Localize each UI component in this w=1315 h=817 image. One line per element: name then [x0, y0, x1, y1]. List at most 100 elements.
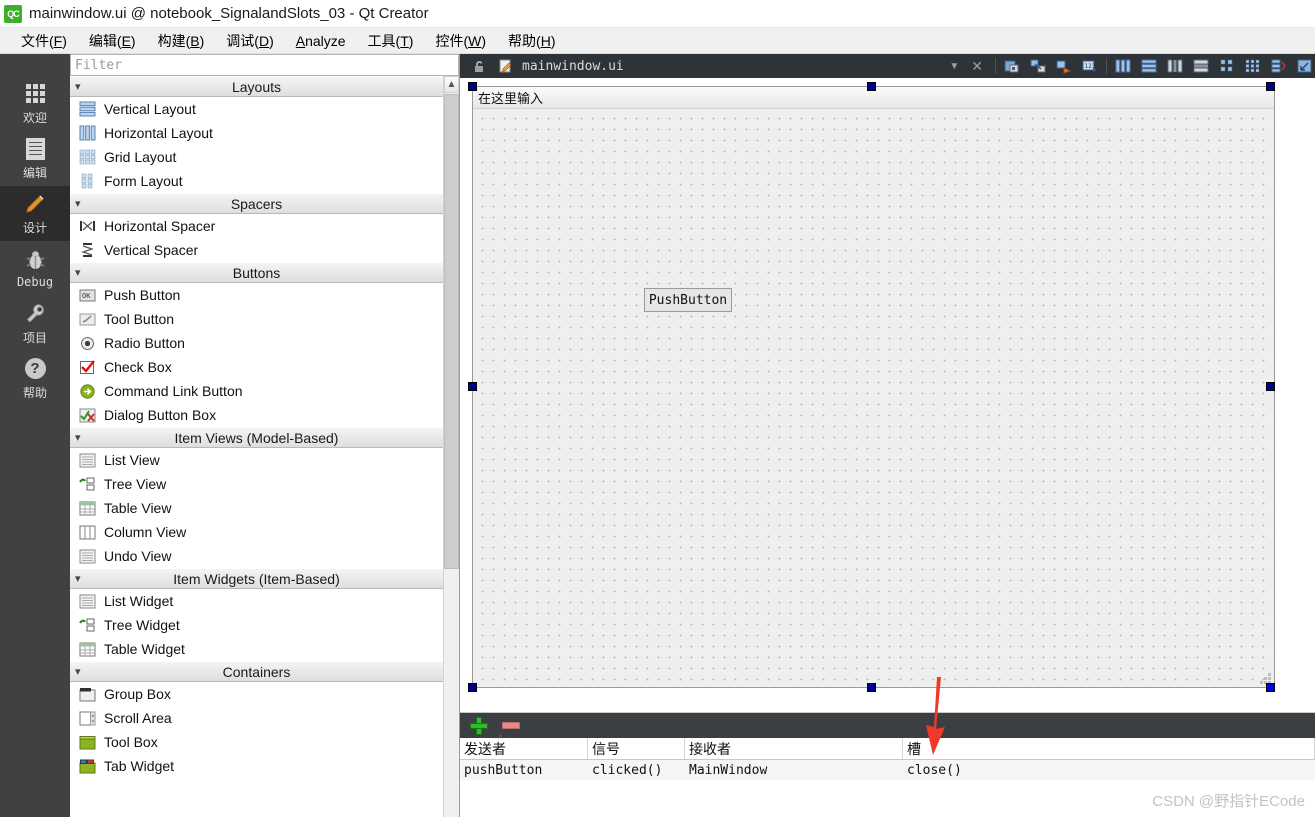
- connection-receiver-cell[interactable]: MainWindow: [685, 760, 903, 780]
- mode-label: Debug: [16, 275, 54, 289]
- widget-item-tool-button[interactable]: Tool Button: [70, 307, 443, 331]
- layout-splitter-horizontal-icon[interactable]: [1165, 57, 1185, 75]
- form-canvas-area[interactable]: 在这里输入 PushButton: [460, 78, 1315, 712]
- widget-category-header-buttons[interactable]: ▾ Buttons: [70, 262, 443, 283]
- mode-button-欢迎[interactable]: 欢迎: [0, 76, 70, 131]
- mode-button-设计[interactable]: 设计: [0, 186, 70, 241]
- widget-item-list-widget[interactable]: List Widget: [70, 589, 443, 613]
- widget-item-check-box[interactable]: Check Box: [70, 355, 443, 379]
- scrollbar-thumb[interactable]: [444, 94, 459, 569]
- widget-item-command-link-button[interactable]: Command Link Button: [70, 379, 443, 403]
- minus-icon[interactable]: [502, 722, 520, 729]
- menu-item-控件[interactable]: 控件(W): [424, 29, 497, 53]
- signal-slot-column-header-3[interactable]: 槽: [903, 738, 1315, 759]
- mode-button-编辑[interactable]: 编辑: [0, 131, 70, 186]
- widget-item-push-button[interactable]: OK Push Button: [70, 283, 443, 307]
- connection-signal-cell[interactable]: clicked(): [588, 760, 685, 780]
- layout-horizontally-icon[interactable]: [1113, 57, 1133, 75]
- widget-filter-input[interactable]: Filter: [70, 54, 459, 76]
- widget-item-form-layout[interactable]: Form Layout: [70, 169, 443, 193]
- widget-category-header-containers[interactable]: ▾ Containers: [70, 661, 443, 682]
- widget-item-label: Tab Widget: [104, 758, 175, 774]
- widget-item-horizontal-layout[interactable]: Horizontal Layout: [70, 121, 443, 145]
- widget-item-column-view[interactable]: Column View: [70, 520, 443, 544]
- layout-form-icon[interactable]: [1243, 57, 1263, 75]
- edit-tab-order-icon[interactable]: 123: [1080, 57, 1100, 75]
- widget-item-group-box[interactable]: Group Box: [70, 682, 443, 706]
- form-layout-icon: [78, 172, 96, 190]
- menu-item-文件[interactable]: 文件(F): [10, 29, 78, 53]
- widget-item-tool-box[interactable]: Tool Box: [70, 730, 443, 754]
- signal-slot-column-header-0[interactable]: 发送者 ^: [460, 734, 588, 759]
- edit-widgets-icon[interactable]: [1002, 57, 1022, 75]
- widget-item-radio-button[interactable]: Radio Button: [70, 331, 443, 355]
- edit-signals-slots-icon[interactable]: [1028, 57, 1048, 75]
- layout-grid-icon[interactable]: [1217, 57, 1237, 75]
- widget-item-tab-widget[interactable]: Tab Widget: [70, 754, 443, 778]
- selection-handle-top-left[interactable]: [468, 82, 477, 91]
- group-box-icon: [78, 685, 96, 703]
- widget-item-table-widget[interactable]: Table Widget: [70, 637, 443, 661]
- toolbar-separator: [995, 58, 996, 74]
- connection-slot-cell[interactable]: close(): [903, 760, 1315, 780]
- plus-icon[interactable]: [470, 716, 488, 735]
- layout-splitter-vertical-icon[interactable]: [1191, 57, 1211, 75]
- menu-item-analyze[interactable]: Analyze: [285, 31, 357, 51]
- widget-category-header-item-widgets-item-based[interactable]: ▾ Item Widgets (Item-Based): [70, 568, 443, 589]
- widget-category-header-layouts[interactable]: ▾ Layouts: [70, 76, 443, 97]
- signal-slot-connection-row[interactable]: pushButton clicked() MainWindow close(): [460, 760, 1315, 780]
- selection-handle-bottom-right[interactable]: [1266, 683, 1275, 692]
- widget-item-grid-layout[interactable]: Grid Layout: [70, 145, 443, 169]
- widget-item-label: Tree View: [104, 476, 167, 492]
- selection-handle-bottom-center[interactable]: [867, 683, 876, 692]
- signal-slot-column-header-2[interactable]: 接收者: [685, 738, 903, 759]
- menu-item-工具[interactable]: 工具(T): [357, 29, 425, 53]
- widget-item-vertical-layout[interactable]: Vertical Layout: [70, 97, 443, 121]
- widget-item-tree-view[interactable]: Tree View: [70, 472, 443, 496]
- widget-item-tree-widget[interactable]: Tree Widget: [70, 613, 443, 637]
- unlocked-padlock-icon[interactable]: [470, 57, 490, 75]
- widget-category-header-spacers[interactable]: ▾ Spacers: [70, 193, 443, 214]
- window-title: mainwindow.ui @ notebook_SignalandSlots_…: [29, 5, 429, 22]
- pushbutton-widget[interactable]: PushButton: [644, 288, 732, 312]
- widget-category-header-item-views-model-based[interactable]: ▾ Item Views (Model-Based): [70, 427, 443, 448]
- close-icon[interactable]: ✕: [965, 58, 989, 75]
- widget-item-dialog-button-box[interactable]: Dialog Button Box: [70, 403, 443, 427]
- connection-sender-cell[interactable]: pushButton: [460, 760, 588, 780]
- editor-tab-mainwindow-ui[interactable]: mainwindow.ui: [466, 54, 628, 78]
- selection-handle-bottom-left[interactable]: [468, 683, 477, 692]
- widget-item-list-view[interactable]: List View: [70, 448, 443, 472]
- menu-item-构建[interactable]: 构建(B): [147, 29, 216, 53]
- widget-item-undo-view[interactable]: Undo View: [70, 544, 443, 568]
- vertical-spacer-icon: [78, 241, 96, 259]
- mode-button-帮助[interactable]: ? 帮助: [0, 351, 70, 406]
- grid-layout-icon: [78, 148, 96, 166]
- mode-button-debug[interactable]: Debug: [0, 241, 70, 296]
- adjust-size-icon[interactable]: [1295, 57, 1315, 75]
- edit-buddies-icon[interactable]: [1054, 57, 1074, 75]
- column-header-label: 槽: [907, 740, 921, 757]
- menu-item-帮助[interactable]: 帮助(H): [497, 29, 566, 53]
- selection-handle-middle-left[interactable]: [468, 382, 477, 391]
- signal-slot-column-header-1[interactable]: 信号: [588, 738, 685, 759]
- menu-item-编辑[interactable]: 编辑(E): [78, 29, 147, 53]
- selection-handle-middle-right[interactable]: [1266, 382, 1275, 391]
- column-view-icon: [78, 523, 96, 541]
- selection-handle-top-center[interactable]: [867, 82, 876, 91]
- menu-item-调试[interactable]: 调试(D): [215, 29, 284, 53]
- break-layout-icon[interactable]: [1269, 57, 1289, 75]
- widget-item-table-view[interactable]: Table View: [70, 496, 443, 520]
- widget-item-horizontal-spacer[interactable]: Horizontal Spacer: [70, 214, 443, 238]
- widget-item-scroll-area[interactable]: Scroll Area: [70, 706, 443, 730]
- mainwindow-form[interactable]: 在这里输入 PushButton: [472, 86, 1275, 688]
- selection-handle-top-right[interactable]: [1266, 82, 1275, 91]
- form-central-widget[interactable]: PushButton: [473, 109, 1274, 687]
- layout-vertically-icon[interactable]: [1139, 57, 1159, 75]
- widget-item-vertical-spacer[interactable]: Vertical Spacer: [70, 238, 443, 262]
- widget-item-label: List Widget: [104, 593, 174, 609]
- chevron-down-icon[interactable]: ▼: [949, 61, 959, 72]
- scroll-up-button[interactable]: ▲: [444, 76, 459, 93]
- widget-box-scrollbar[interactable]: ▲: [443, 76, 459, 817]
- check-box-icon: [78, 358, 96, 376]
- mode-button-项目[interactable]: 项目: [0, 296, 70, 351]
